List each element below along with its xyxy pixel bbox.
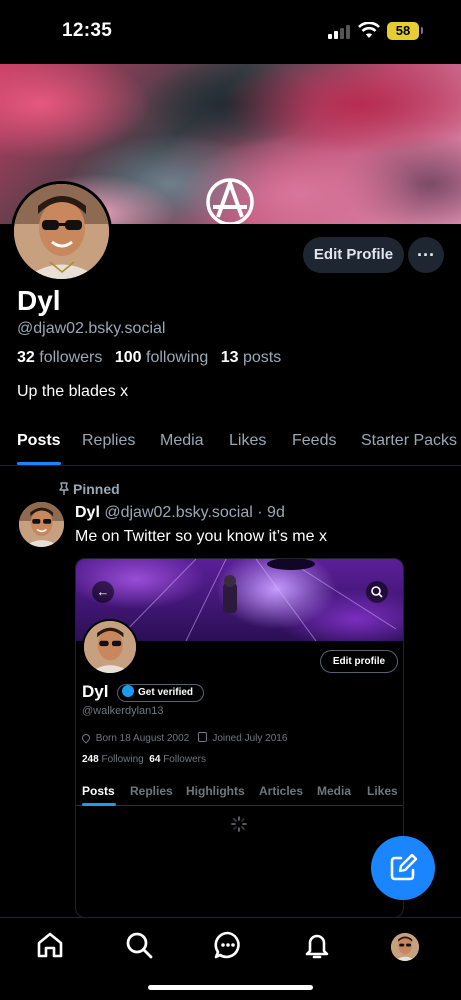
more-options-button[interactable]: ··· xyxy=(408,237,444,273)
embed-edit-profile-button: Edit profile xyxy=(320,650,398,673)
followers-link[interactable]: 32 followers xyxy=(17,349,102,366)
post-separator: · xyxy=(257,504,263,521)
tab-media[interactable]: Media xyxy=(160,432,204,450)
embed-active-tab-indicator xyxy=(82,803,116,806)
embed-tab-articles: Articles xyxy=(259,784,304,798)
profile-avatar[interactable] xyxy=(11,181,112,282)
embed-tab-media: Media xyxy=(317,784,352,798)
embed-search-icon xyxy=(366,581,388,603)
compose-icon xyxy=(390,853,418,881)
location-icon xyxy=(80,732,92,744)
profile-stats: 32 followers 100 following 13 posts xyxy=(17,349,281,367)
home-icon[interactable] xyxy=(35,930,65,960)
edit-profile-button[interactable]: Edit Profile xyxy=(303,237,404,273)
embed-avatar xyxy=(82,619,138,675)
compose-button[interactable] xyxy=(371,836,435,900)
embed-follow-stats: 248 Following 64 Followers xyxy=(82,754,206,765)
tab-feeds[interactable]: Feeds xyxy=(292,432,336,450)
embed-handle: @walkerdylan13 xyxy=(82,705,164,717)
embed-tab-likes: Likes xyxy=(367,784,398,798)
home-indicator[interactable] xyxy=(148,985,313,990)
signal-icon xyxy=(328,25,350,39)
embed-meta: Born 18 August 2002 Joined July 2016 xyxy=(80,732,287,744)
post-author-name[interactable]: Dyl xyxy=(75,504,100,521)
tab-replies[interactable]: Replies xyxy=(82,432,135,450)
nav-profile-avatar[interactable] xyxy=(391,933,419,961)
tab-posts[interactable]: Posts xyxy=(17,432,61,450)
post-author-avatar[interactable] xyxy=(19,502,64,547)
battery-indicator: 58 xyxy=(387,22,419,40)
battery-cap xyxy=(421,27,423,34)
profile-handle: @djaw02.bsky.social xyxy=(17,320,166,337)
pin-icon xyxy=(59,482,69,495)
embed-tab-highlights: Highlights xyxy=(186,784,245,798)
embed-tab-replies: Replies xyxy=(130,784,173,798)
profile-bio: Up the blades x xyxy=(17,383,129,400)
bell-icon[interactable] xyxy=(302,930,332,960)
status-bar: 12:35 58 xyxy=(0,0,461,64)
wifi-icon xyxy=(358,22,380,38)
post-age: 9d xyxy=(267,504,285,521)
tab-starter-packs[interactable]: Starter Packs xyxy=(361,432,457,450)
embed-name: Dyl xyxy=(82,682,109,701)
calendar-icon xyxy=(197,732,207,742)
status-time: 12:35 xyxy=(62,20,113,41)
post-text: Me on Twitter so you know it’s me x xyxy=(75,528,327,545)
profile-display-name: Dyl xyxy=(17,285,61,316)
search-icon[interactable] xyxy=(124,930,154,960)
post-embed-image[interactable]: ← Edit profile Dyl Get verified @walkerd… xyxy=(75,558,404,918)
posts-count: 13 posts xyxy=(220,349,282,366)
chat-icon[interactable] xyxy=(213,930,243,960)
following-link[interactable]: 100 following xyxy=(115,349,208,366)
embed-get-verified-badge: Get verified xyxy=(117,684,205,702)
profile-tabs: Posts Replies Media Likes Feeds Starter … xyxy=(0,420,461,466)
embed-back-icon: ← xyxy=(92,581,114,603)
post-header: Dyl @djaw02.bsky.social · 9d xyxy=(75,504,285,522)
post-author-handle[interactable]: @djaw02.bsky.social xyxy=(104,504,252,521)
verified-check-icon xyxy=(122,685,134,697)
embed-tab-posts: Posts xyxy=(82,784,115,798)
loading-spinner-icon xyxy=(231,816,247,832)
more-icon: ··· xyxy=(417,245,435,265)
circle-a-logo xyxy=(206,178,254,224)
pinned-label: Pinned xyxy=(58,481,120,497)
active-tab-indicator xyxy=(17,462,61,465)
tab-likes[interactable]: Likes xyxy=(229,432,266,450)
embed-tabs: Posts Replies Highlights Articles Media … xyxy=(76,774,403,806)
